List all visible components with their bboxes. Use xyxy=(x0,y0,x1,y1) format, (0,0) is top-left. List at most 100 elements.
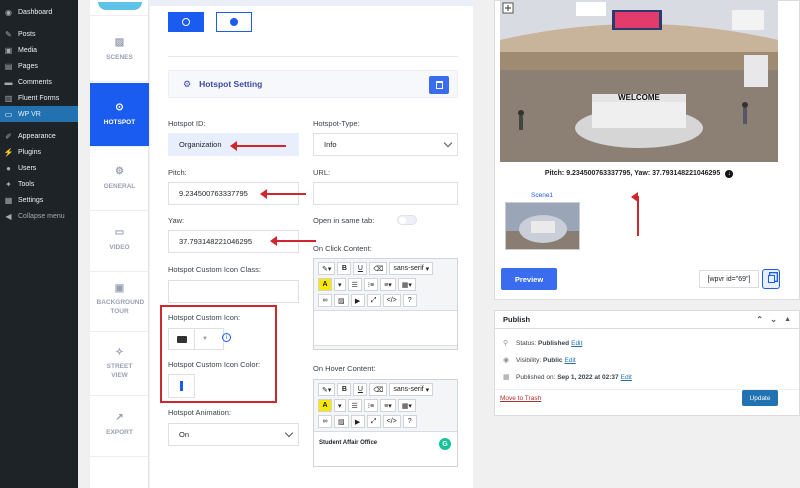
preview-button[interactable]: Preview xyxy=(501,268,557,290)
paragraph-button[interactable]: ≡▾ xyxy=(380,399,396,412)
chevron-down-icon xyxy=(284,428,294,438)
annotation-arrow-pitch-yaw xyxy=(631,192,639,236)
font-select[interactable]: sans-serif ▾ xyxy=(389,262,434,275)
info-icon[interactable]: i xyxy=(222,333,231,342)
fullscreen-button[interactable]: ⤢ xyxy=(366,294,381,307)
form-icon: ▥ xyxy=(4,93,13,103)
pitch-label: Pitch: xyxy=(168,168,187,177)
collapse-triangle-icon[interactable]: ▲ xyxy=(784,316,791,323)
custom-icon-label: Hotspot Custom Icon: xyxy=(168,313,241,322)
panorama-viewer[interactable]: WELCOME xyxy=(500,0,778,162)
menu-users[interactable]: ● Users xyxy=(0,160,78,176)
copy-shortcode-button[interactable] xyxy=(762,269,780,289)
comment-icon: ▬ xyxy=(4,77,13,87)
pin-icon: ✎ xyxy=(5,29,12,39)
table-button[interactable]: ▦▾ xyxy=(397,278,416,291)
ordered-list-button[interactable]: ⁝≡ xyxy=(363,399,379,412)
link-button[interactable]: ∞ xyxy=(318,415,332,428)
edit-status-link[interactable]: Edit xyxy=(571,340,582,347)
menu-wp-vr[interactable]: ▭ WP VR xyxy=(0,106,78,122)
unordered-list-button[interactable]: ☰ xyxy=(347,278,362,291)
url-input[interactable] xyxy=(313,182,458,205)
tab-video[interactable]: ▭ VIDEO xyxy=(90,208,149,272)
text-color-button[interactable]: A xyxy=(318,278,332,291)
pitch-yaw-readout: Pitch: 9.234500763337795, Yaw: 37.793148… xyxy=(500,170,778,178)
eraser-button[interactable]: ⌫ xyxy=(369,383,388,396)
menu-tools[interactable]: ✦ Tools xyxy=(0,176,78,192)
on-click-content-area[interactable] xyxy=(314,311,457,345)
image-icon: ▨ xyxy=(114,37,125,49)
tab-street-view[interactable]: ✧ STREET VIEW xyxy=(90,332,149,396)
help-button[interactable]: ? xyxy=(402,415,417,428)
paragraph-button[interactable]: ≡▾ xyxy=(380,278,396,291)
menu-pages[interactable]: ▤ Pages xyxy=(0,58,78,74)
delete-hotspot-button[interactable] xyxy=(429,76,449,94)
image-button[interactable]: ▨ xyxy=(334,415,349,428)
menu-plugins[interactable]: ⚡ Plugins xyxy=(0,144,78,160)
scene-thumbnail[interactable] xyxy=(505,202,580,250)
shortcode-display: [wpvr id="69"] xyxy=(699,270,759,288)
menu-fluent-forms[interactable]: ▥ Fluent Forms xyxy=(0,90,78,106)
hotspot-type-select[interactable]: Info xyxy=(313,133,458,156)
menu-settings[interactable]: ▦ Settings xyxy=(0,192,78,208)
magic-wand-button[interactable]: ✎▾ xyxy=(318,383,336,396)
edit-date-link[interactable]: Edit xyxy=(621,374,632,381)
add-hotspot-button[interactable] xyxy=(216,12,252,32)
tab-scenes[interactable]: ▨ SCENES xyxy=(90,18,149,82)
color-dropdown[interactable]: ▾ xyxy=(334,399,346,412)
open-same-tab-toggle[interactable] xyxy=(397,215,417,225)
color-swatch xyxy=(180,381,183,391)
magic-wand-button[interactable]: ✎▾ xyxy=(318,262,336,275)
image-button[interactable]: ▨ xyxy=(334,294,349,307)
move-to-trash-link[interactable]: Move to Trash xyxy=(500,395,541,402)
tab-background-tour[interactable]: ▣ BACKGROUND TOUR xyxy=(90,268,149,332)
fullscreen-button[interactable]: ⤢ xyxy=(366,415,381,428)
tab-hotspot[interactable]: ⊙ HOTSPOT xyxy=(90,83,149,147)
icon-color-picker[interactable] xyxy=(168,374,195,398)
custom-icon-picker[interactable]: ▼ xyxy=(168,328,224,350)
annotation-arrow-id xyxy=(230,141,286,151)
unordered-list-button[interactable]: ☰ xyxy=(347,399,362,412)
video-button[interactable]: ▶ xyxy=(350,415,365,428)
underline-button[interactable]: U xyxy=(353,262,368,275)
on-hover-content-area[interactable]: Student Affair Office G xyxy=(314,432,457,466)
panorama-image xyxy=(500,0,778,162)
table-button[interactable]: ▦▾ xyxy=(397,399,416,412)
text-color-button[interactable]: A xyxy=(318,399,332,412)
color-dropdown[interactable]: ▾ xyxy=(334,278,346,291)
code-view-button[interactable]: </> xyxy=(382,415,401,428)
underline-button[interactable]: U xyxy=(353,383,368,396)
brush-icon: ✐ xyxy=(5,131,12,141)
chevron-up-icon[interactable]: ⌃ xyxy=(756,315,763,324)
update-button[interactable]: Update xyxy=(742,390,778,406)
video-button[interactable]: ▶ xyxy=(350,294,365,307)
menu-appearance[interactable]: ✐ Appearance xyxy=(0,128,78,144)
font-select[interactable]: sans-serif ▾ xyxy=(389,383,434,396)
menu-collapse[interactable]: ◀ Collapse menu xyxy=(0,208,78,224)
pin-icon: ⚲ xyxy=(503,340,509,347)
hotspot-current-button[interactable] xyxy=(168,12,204,32)
code-view-button[interactable]: </> xyxy=(382,294,401,307)
eraser-button[interactable]: ⌫ xyxy=(369,262,388,275)
animation-select[interactable]: On xyxy=(168,423,299,446)
help-button[interactable]: ? xyxy=(402,294,417,307)
grammarly-icon[interactable]: G xyxy=(439,438,451,450)
page-icon: ▤ xyxy=(4,61,13,71)
tab-export[interactable]: ↗ EXPORT xyxy=(90,393,149,457)
url-label: URL: xyxy=(313,168,331,177)
custom-icon-class-input[interactable] xyxy=(168,280,299,303)
menu-comments[interactable]: ▬ Comments xyxy=(0,74,78,90)
tab-general[interactable]: ⚙ GENERAL xyxy=(90,147,149,211)
menu-posts[interactable]: ✎ Posts xyxy=(0,26,78,42)
menu-dashboard[interactable]: ◉ Dashboard xyxy=(0,4,78,20)
chevron-down-icon[interactable]: ⌄ xyxy=(770,315,777,324)
bold-button[interactable]: B xyxy=(337,262,352,275)
export-icon: ↗ xyxy=(115,412,124,424)
menu-media[interactable]: ▣ Media xyxy=(0,42,78,58)
link-button[interactable]: ∞ xyxy=(318,294,332,307)
resize-handle[interactable] xyxy=(314,345,457,349)
user-icon: ● xyxy=(6,163,11,173)
ordered-list-button[interactable]: ⁝≡ xyxy=(363,278,379,291)
bold-button[interactable]: B xyxy=(337,383,352,396)
edit-visibility-link[interactable]: Edit xyxy=(565,357,576,364)
